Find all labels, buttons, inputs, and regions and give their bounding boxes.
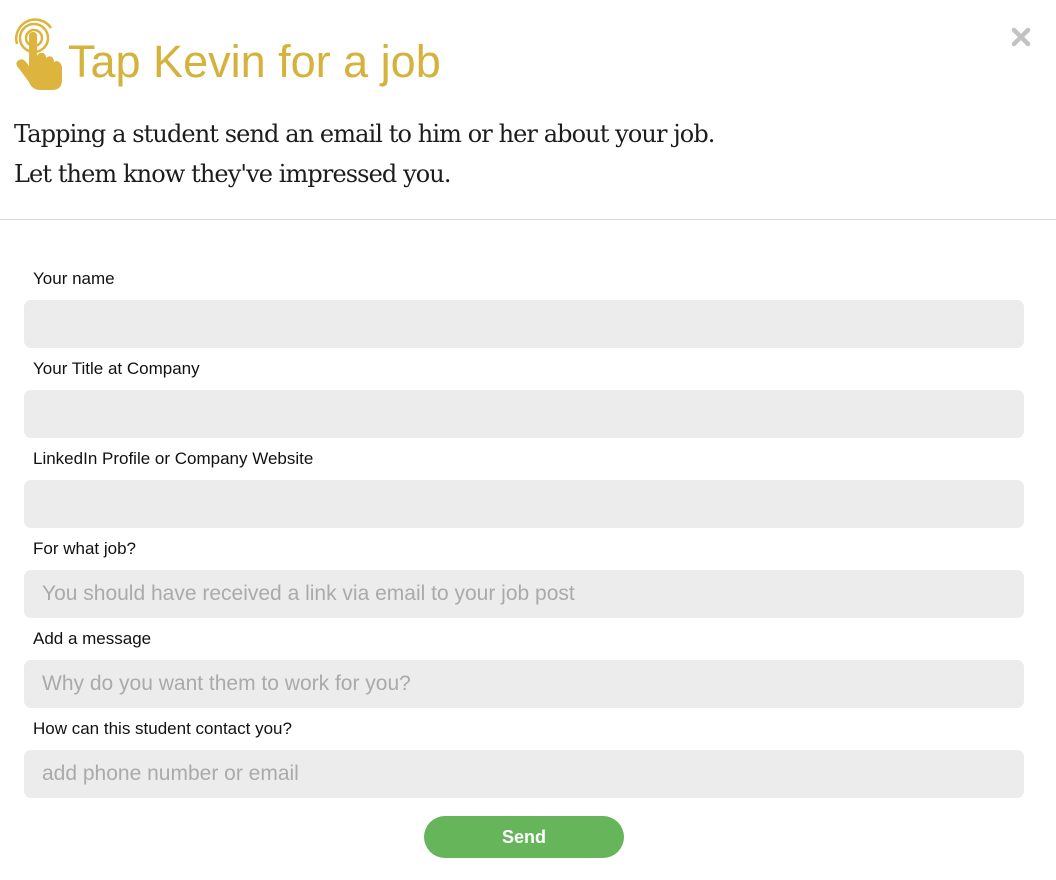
tap-finger-icon <box>15 18 62 90</box>
message-label: Add a message <box>33 629 152 648</box>
job-label: For what job? <box>33 539 136 558</box>
description-line-2: Let them know they've impressed you. <box>14 160 451 188</box>
field-contact: How can this student contact you? <box>24 712 1024 802</box>
field-your-name: Your name <box>24 262 1024 352</box>
title-at-company-label: Your Title at Company <box>33 359 200 378</box>
page-title: Tap Kevin for a job <box>68 36 441 87</box>
linkedin-website-input[interactable] <box>24 480 1024 528</box>
field-job: For what job? <box>24 532 1024 622</box>
modal-header: Tap Kevin for a job Tapping a student se… <box>0 0 1056 220</box>
field-linkedin-website: LinkedIn Profile or Company Website <box>24 442 1024 532</box>
linkedin-website-label: LinkedIn Profile or Company Website <box>33 449 314 468</box>
title-at-company-input[interactable] <box>24 390 1024 438</box>
send-button[interactable]: Send <box>424 816 624 858</box>
tap-job-form: Your name Your Title at Company LinkedIn… <box>24 262 1024 802</box>
message-input[interactable] <box>24 660 1024 708</box>
modal-description: Tapping a student send an email to him o… <box>14 114 715 194</box>
contact-label: How can this student contact you? <box>33 719 292 738</box>
close-icon[interactable] <box>1006 22 1036 52</box>
your-name-input[interactable] <box>24 300 1024 348</box>
field-title-at-company: Your Title at Company <box>24 352 1024 442</box>
contact-input[interactable] <box>24 750 1024 798</box>
field-message: Add a message <box>24 622 1024 712</box>
your-name-label: Your name <box>33 269 115 288</box>
job-input[interactable] <box>24 570 1024 618</box>
description-line-1: Tapping a student send an email to him o… <box>14 120 715 148</box>
